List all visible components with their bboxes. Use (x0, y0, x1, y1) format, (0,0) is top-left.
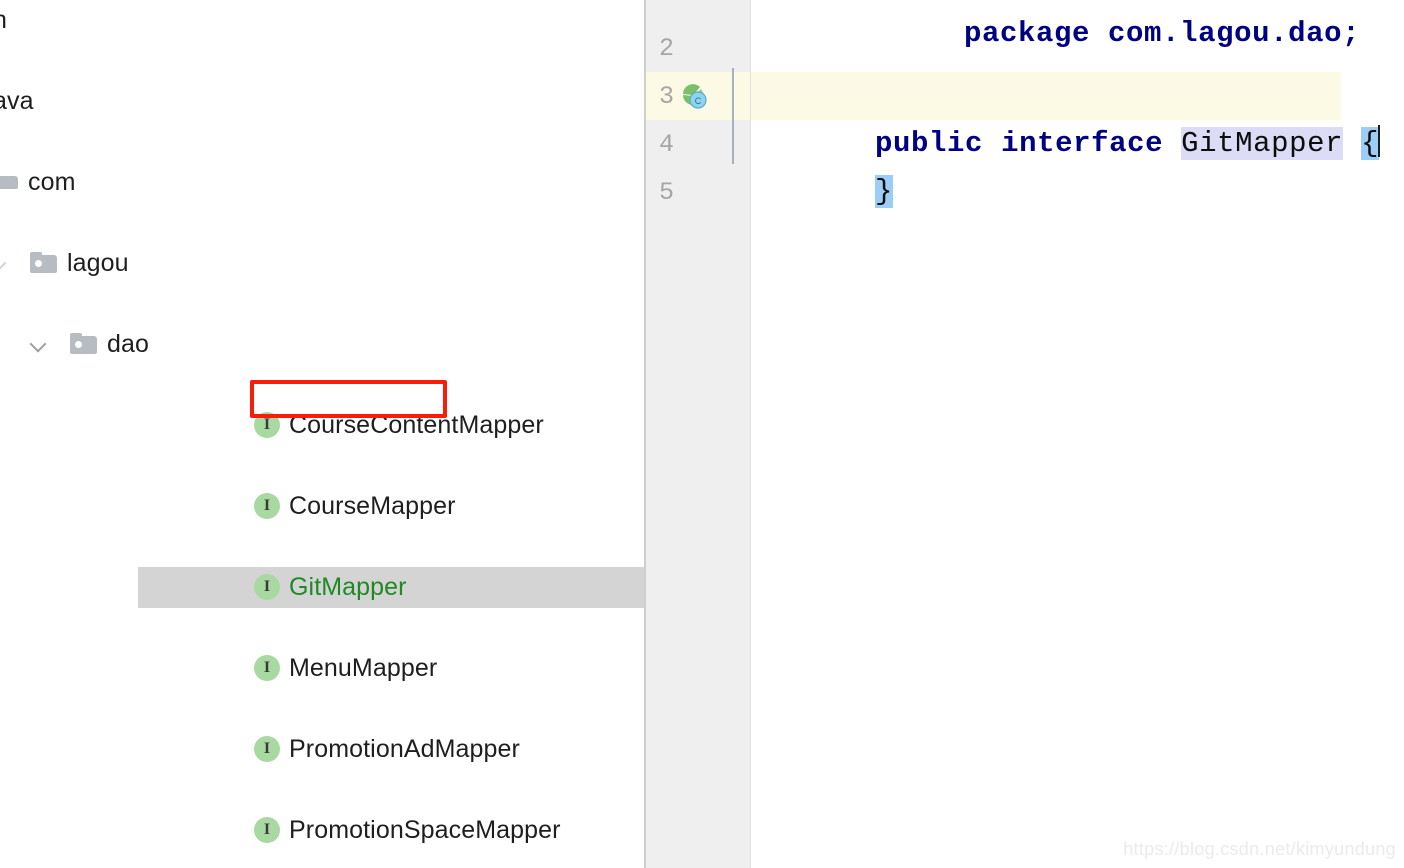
interface-icon (254, 736, 280, 763)
tree-row-coursecontentmapper[interactable]: CourseContentMapper (0, 405, 644, 446)
tree-item-label: n (0, 0, 7, 41)
gutter-row[interactable]: 5 (646, 168, 750, 216)
tree-item-label: lagou (67, 249, 129, 277)
watermark-text: https://blog.csdn.net/kimyundung (1123, 839, 1396, 859)
tree-row-lagou[interactable]: lagou (0, 243, 644, 284)
indent-guide-line (732, 68, 734, 164)
code-token-interface: interface (1001, 127, 1164, 160)
line-number: 5 (658, 178, 674, 207)
interface-icon (254, 655, 280, 682)
tree-row-promotionadmapper[interactable]: PromotionAdMapper (0, 729, 644, 770)
package-icon (30, 252, 58, 274)
editor-gutter[interactable]: 2 3 C 4 5 (646, 0, 750, 868)
code-token-type-name: GitMapper (1181, 127, 1344, 160)
tree-row[interactable]: ava (0, 81, 644, 122)
line-number: 4 (658, 130, 674, 159)
interface-icon (254, 412, 280, 439)
gutter-row[interactable]: 4 (646, 120, 750, 168)
tree-item-label: CourseMapper (289, 492, 456, 520)
tree-row-gitmapper[interactable]: GitMapper (0, 567, 644, 608)
code-token-package-line: package com.lagou.dao; (964, 17, 1361, 50)
tree-item-label: CourseContentMapper (289, 411, 544, 439)
code-line-3[interactable]: public interface GitMapper { (751, 72, 1381, 160)
text-caret (1378, 125, 1381, 157)
tree-item-label-selected: GitMapper (289, 573, 407, 601)
chevron-down-icon[interactable] (28, 333, 50, 355)
gutter-row-current[interactable]: 3 C (646, 72, 750, 120)
project-tree-content: n ava com (0, 0, 644, 844)
code-editor-panel[interactable]: 2 3 C 4 5 package com.lagou.dao; public … (646, 0, 1404, 868)
implemented-interface-icon[interactable]: C (678, 81, 708, 111)
line-number: 3 (658, 82, 674, 111)
project-tree-panel[interactable]: n ava com (0, 0, 644, 868)
code-token-open-brace: { (1361, 127, 1380, 160)
gutter-row[interactable]: 2 (646, 24, 750, 72)
code-line-4[interactable]: } (751, 120, 894, 208)
interface-icon (254, 574, 280, 601)
package-icon (0, 171, 19, 193)
tree-row-coursemapper[interactable]: CourseMapper (0, 486, 644, 527)
tree-item-label: PromotionAdMapper (289, 735, 520, 763)
tree-item-label: PromotionSpaceMapper (289, 816, 561, 844)
svg-text:C: C (695, 96, 702, 106)
tree-item-label: MenuMapper (289, 654, 438, 682)
code-line-1-partial: package com.lagou.dao; (856, 0, 1360, 50)
package-icon (70, 333, 98, 355)
tree-item-label: dao (107, 330, 150, 358)
code-token-close-brace: } (875, 175, 894, 208)
chevron-down-icon[interactable] (0, 252, 10, 274)
tree-row-menumapper[interactable]: MenuMapper (0, 648, 644, 689)
tree-row[interactable]: n (0, 0, 644, 41)
code-text-area[interactable]: package com.lagou.dao; public interface … (751, 0, 1404, 868)
tree-item-label: com (28, 168, 76, 196)
tree-row-promotionspacemapper[interactable]: PromotionSpaceMapper (0, 810, 644, 851)
tree-item-label: ava (0, 87, 34, 115)
interface-icon (254, 493, 280, 520)
interface-icon (254, 817, 280, 844)
tree-row-dao[interactable]: dao (0, 324, 644, 365)
tree-row-com[interactable]: com (0, 162, 644, 203)
line-number: 2 (658, 34, 674, 63)
